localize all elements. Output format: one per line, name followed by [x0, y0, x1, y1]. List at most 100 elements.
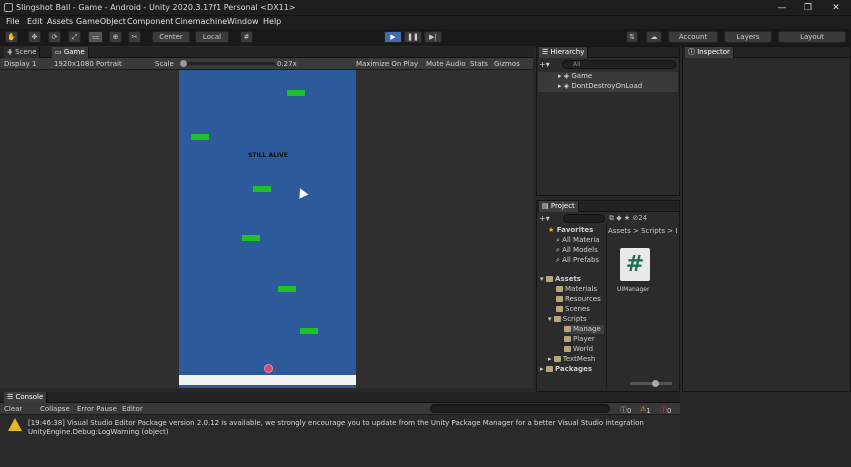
icon-size-slider-handle[interactable]	[652, 380, 659, 387]
folder-icon	[564, 346, 571, 352]
file-name-label: UIManager	[617, 286, 650, 293]
menu-component[interactable]: Component	[127, 17, 173, 26]
scale-slider[interactable]	[180, 62, 275, 65]
platform	[253, 186, 271, 192]
console-collapse-button[interactable]: Collapse	[40, 405, 70, 413]
console-clear-dropdown[interactable]: Clear	[4, 405, 22, 413]
pivot-center-button[interactable]: Center	[152, 31, 190, 43]
menu-bar: File Edit Assets GameObject Component Ci…	[0, 16, 851, 29]
assets-folder[interactable]: ▾ Assets	[540, 275, 581, 284]
warning-icon	[8, 418, 22, 431]
hierarchy-search-input[interactable]: All	[562, 60, 676, 69]
game-status-text: STILL ALIVE	[248, 152, 288, 159]
console-warning-count[interactable]: ⚠ 1	[640, 405, 651, 415]
platform	[191, 134, 209, 140]
layout-dropdown[interactable]: Layout	[778, 31, 846, 43]
menu-gameobject[interactable]: GameObject	[76, 17, 126, 26]
tab-scene[interactable]: ⋕ Scene	[4, 47, 41, 58]
csharp-script-icon[interactable]: #	[620, 248, 650, 281]
scale-value: 0.27x	[277, 60, 297, 68]
display-dropdown[interactable]: Display 1	[4, 60, 36, 68]
hierarchy-add-button[interactable]: +▾	[539, 60, 550, 69]
console-info-count[interactable]: ⓘ 0	[620, 405, 631, 415]
folder-manage[interactable]: Manage	[564, 325, 604, 334]
space-local-button[interactable]: Local	[195, 31, 229, 43]
console-message-line1[interactable]: [19:46:38] Visual Studio Editor Package …	[28, 419, 644, 427]
scale-slider-handle[interactable]	[180, 60, 187, 67]
mute-audio-button[interactable]: Mute Audio	[426, 60, 466, 68]
resolution-dropdown[interactable]: 1920x1080 Portrait	[54, 60, 122, 68]
console-search-input[interactable]	[430, 404, 610, 413]
scene-game-tabbar: ⋕ Scene ▭ Game	[0, 47, 533, 58]
pause-button[interactable]: ❚❚	[404, 31, 422, 43]
cloud-icon[interactable]: ☁	[646, 31, 662, 43]
close-button[interactable]: ✕	[826, 2, 846, 14]
project-search-input[interactable]	[563, 214, 605, 223]
layers-dropdown[interactable]: Layers	[724, 31, 772, 43]
rect-tool-icon[interactable]: ▭	[88, 31, 103, 43]
player-ball	[264, 364, 273, 373]
folder-scripts[interactable]: ▾ Scripts	[548, 315, 587, 324]
console-error-pause-button[interactable]: Error Pause	[77, 405, 117, 413]
tab-inspector[interactable]: ⓘ Inspector	[685, 47, 734, 58]
favorites-header[interactable]: ★ Favorites	[548, 226, 593, 235]
folder-world[interactable]: World	[564, 345, 593, 354]
platform	[278, 286, 296, 292]
console-toolbar: Clear Collapse Error Pause Editor ⓘ 0 ⚠ …	[0, 403, 680, 415]
folder-icon	[564, 326, 571, 332]
window-title: Slingshot Ball - Game - Android - Unity …	[16, 3, 296, 12]
play-button[interactable]: ▶	[384, 31, 402, 43]
folder-icon	[556, 306, 563, 312]
grid-snap-icon[interactable]: #	[240, 31, 253, 43]
favorite-item[interactable]: ⌕ All Prefabs	[556, 256, 599, 265]
hierarchy-item-dontdestroyonload[interactable]: ▸ ◈ DontDestroyOnLoad	[538, 82, 678, 92]
tab-console[interactable]: ☰ Console	[4, 392, 48, 403]
folder-resources[interactable]: Resources	[556, 295, 601, 304]
folder-icon	[553, 316, 561, 322]
game-screen[interactable]	[179, 70, 356, 388]
gizmos-dropdown[interactable]: Gizmos	[494, 60, 520, 68]
maximize-button[interactable]: ❐	[798, 2, 818, 14]
tab-game[interactable]: ▭ Game	[52, 47, 89, 58]
menu-edit[interactable]: Edit	[27, 17, 43, 26]
project-breadcrumb[interactable]: Assets > Scripts > I	[608, 227, 677, 235]
hand-tool-icon[interactable]: ✋	[5, 31, 18, 43]
inspector-tabbar: ⓘ Inspector	[683, 47, 850, 58]
folder-icon	[556, 286, 563, 292]
custom-tool-icon[interactable]: ✂	[128, 31, 141, 43]
tab-hierarchy[interactable]: ☰ Hierarchy	[539, 47, 589, 58]
transform-tool-icon[interactable]: ⊕	[109, 31, 122, 43]
menu-cinemachine[interactable]: Cinemachine	[175, 17, 227, 26]
hierarchy-item-game[interactable]: ▸ ◈ Game	[538, 72, 678, 82]
account-dropdown[interactable]: Account	[668, 31, 718, 43]
project-tabbar: ▤ Project	[537, 201, 679, 212]
menu-assets[interactable]: Assets	[47, 17, 73, 26]
tab-project[interactable]: ▤ Project	[539, 201, 579, 212]
favorite-item[interactable]: ⌕ All Materia	[556, 236, 600, 245]
favorite-item[interactable]: ⌕ All Models	[556, 246, 598, 255]
folder-scenes[interactable]: Scenes	[556, 305, 590, 314]
stats-button[interactable]: Stats	[470, 60, 488, 68]
menu-file[interactable]: File	[6, 17, 19, 26]
console-editor-dropdown[interactable]: Editor	[122, 405, 143, 413]
folder-icon	[553, 356, 561, 362]
menu-help[interactable]: Help	[263, 17, 281, 26]
collab-icon[interactable]: ⇅	[626, 31, 638, 43]
menu-window[interactable]: Window	[227, 17, 259, 26]
icon-size-slider[interactable]	[630, 382, 672, 385]
scale-tool-icon[interactable]: ⤢	[68, 31, 81, 43]
folder-textmesh[interactable]: ▸ TextMesh	[548, 355, 595, 364]
maximize-on-play-button[interactable]: Maximize On Play	[356, 60, 418, 68]
folder-materials[interactable]: Materials	[556, 285, 597, 294]
project-splitter[interactable]	[606, 222, 607, 388]
console-error-count[interactable]: ⓘ 0	[660, 405, 671, 415]
move-tool-icon[interactable]: ✥	[28, 31, 41, 43]
console-message-line2[interactable]: UnityEngine.Debug:LogWarning (object)	[28, 428, 169, 436]
project-add-button[interactable]: +▾	[539, 214, 550, 223]
step-button[interactable]: ▶|	[424, 31, 442, 43]
project-filter-icons[interactable]: ⧉ ◆ ★ ⊘24	[609, 214, 647, 223]
rotate-tool-icon[interactable]: ⟳	[48, 31, 61, 43]
minimize-button[interactable]: —	[772, 2, 792, 14]
packages-folder[interactable]: ▸ Packages	[540, 365, 592, 374]
folder-player[interactable]: Player	[564, 335, 595, 344]
